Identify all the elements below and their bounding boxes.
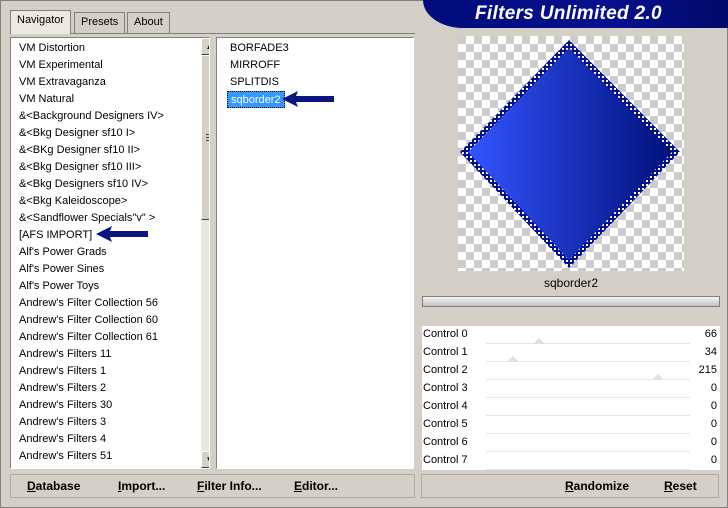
control-label: Control 0	[423, 328, 468, 340]
filter-item[interactable]: sqborder2	[227, 91, 285, 108]
control-value: 0	[710, 400, 717, 412]
category-item[interactable]: &<Sandflower Specials"v" >	[19, 210, 155, 227]
tab-presets[interactable]: Presets	[74, 12, 126, 33]
arrow-left-icon	[282, 91, 334, 107]
control-row[interactable]: Control 5 0	[422, 416, 720, 434]
control-row[interactable]: Control 2 215	[422, 362, 720, 380]
category-item[interactable]: [AFS IMPORT]	[19, 227, 92, 244]
category-item[interactable]: Alf's Power Grads	[19, 244, 107, 261]
preview-image	[458, 36, 684, 271]
category-item[interactable]: Alf's Power Sines	[19, 261, 104, 278]
tab-navigator[interactable]: Navigator	[10, 10, 72, 34]
category-item[interactable]: &<BKg Designer sf10 II>	[19, 142, 140, 159]
category-item[interactable]: VM Extravaganza	[19, 74, 106, 91]
category-item[interactable]: Andrew's Filters 2	[19, 380, 106, 397]
category-scrollbar[interactable]: ▲ ▼	[201, 38, 209, 468]
preview-filter-name: sqborder2	[422, 273, 720, 293]
progress-bar	[422, 296, 720, 307]
category-item[interactable]: Andrew's Filters 1	[19, 363, 106, 380]
control-label: Control 7	[423, 454, 468, 466]
control-value: 34	[704, 346, 717, 358]
category-item[interactable]: VM Natural	[19, 91, 74, 108]
control-value: 0	[710, 436, 717, 448]
database-button[interactable]: Database	[27, 479, 80, 493]
filter-item[interactable]: SPLITDIS	[227, 74, 282, 91]
arrow-left-icon	[96, 226, 148, 242]
filter-item[interactable]: BORFADE3	[227, 40, 292, 57]
tab-about[interactable]: About	[127, 12, 170, 33]
control-label: Control 3	[423, 382, 468, 394]
control-row[interactable]: Control 1 34	[422, 344, 720, 362]
category-item[interactable]: &<Bkg Designers sf10 IV>	[19, 176, 148, 193]
category-item[interactable]: &<Background Designers IV>	[19, 108, 164, 125]
control-row[interactable]: Control 4 0	[422, 398, 720, 416]
category-item[interactable]: &<Bkg Designer sf10 III>	[19, 159, 141, 176]
control-label: Control 4	[423, 400, 468, 412]
randomize-button[interactable]: Randomize	[565, 479, 629, 493]
category-item[interactable]: Andrew's Filters 30	[19, 397, 112, 414]
category-item[interactable]: Andrew's Filter Collection 60	[19, 312, 158, 329]
controls-panel: Control 0 66 Control 1 34 Control 2 215 Contro…	[422, 326, 720, 470]
grip-icon	[206, 134, 209, 141]
control-row[interactable]: Control 6 0	[422, 434, 720, 452]
control-row[interactable]: Control 0 66	[422, 326, 720, 344]
filter-item[interactable]: MIRROFF	[227, 57, 283, 74]
category-item[interactable]: VM Distortion	[19, 40, 85, 57]
navigator-button-bar: Database Import... Filter Info... Editor…	[10, 474, 415, 498]
import-button[interactable]: Import...	[118, 479, 165, 493]
control-row[interactable]: Control 3 0	[422, 380, 720, 398]
category-item[interactable]: VM Experimental	[19, 57, 103, 74]
category-item[interactable]: Andrew's Filters 51	[19, 448, 112, 465]
scroll-thumb[interactable]	[201, 55, 209, 220]
control-value: 215	[698, 364, 717, 376]
category-list[interactable]: VM Distortion VM Experimental VM Extravaga…	[10, 37, 210, 469]
control-value: 0	[710, 454, 717, 466]
control-label: Control 2	[423, 364, 468, 376]
category-item[interactable]: &<Bkg Designer sf10 I>	[19, 125, 135, 142]
category-item[interactable]: Andrew's Filters 5	[19, 465, 106, 468]
control-value: 0	[710, 418, 717, 430]
category-item[interactable]: Andrew's Filters 11	[19, 346, 111, 363]
reset-button[interactable]: Reset	[664, 479, 697, 493]
category-item[interactable]: Andrew's Filters 3	[19, 414, 106, 431]
control-value: 66	[704, 328, 717, 340]
category-item[interactable]: &<Bkg Kaleidoscope>	[19, 193, 127, 210]
category-item[interactable]: Andrew's Filter Collection 61	[19, 329, 158, 346]
scroll-up-button[interactable]: ▲	[201, 38, 209, 55]
control-slider-track[interactable]	[486, 469, 690, 470]
app-title-banner: Filters Unlimited 2.0	[423, 0, 728, 28]
filter-info-button[interactable]: Filter Info...	[197, 479, 262, 493]
editor-button[interactable]: Editor...	[294, 479, 338, 493]
control-row[interactable]: Control 7 0	[422, 452, 720, 470]
category-item[interactable]: Andrew's Filters 4	[19, 431, 106, 448]
control-value: 0	[710, 382, 717, 394]
scroll-down-button[interactable]: ▼	[201, 451, 209, 468]
control-label: Control 5	[423, 418, 468, 430]
preview-panel	[422, 36, 720, 271]
control-label: Control 1	[423, 346, 468, 358]
control-label: Control 6	[423, 436, 468, 448]
preview-button-bar: Randomize Reset	[421, 474, 719, 498]
category-item[interactable]: Alf's Power Toys	[19, 278, 99, 295]
category-item[interactable]: Andrew's Filter Collection 56	[19, 295, 158, 312]
